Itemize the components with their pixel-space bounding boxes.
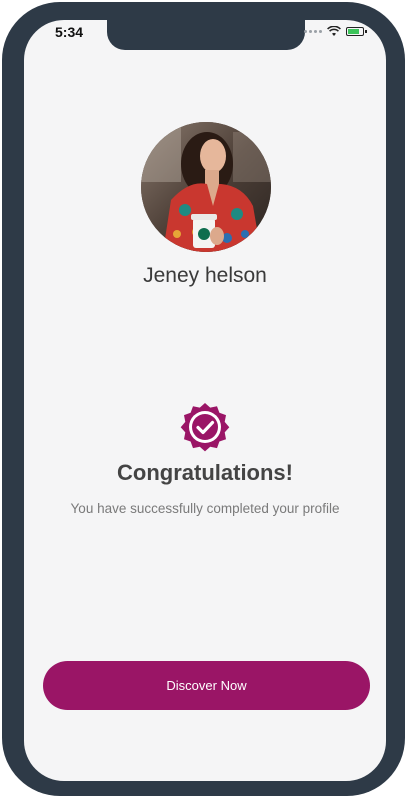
status-time: 5:34 — [55, 24, 84, 40]
congratulations-subtitle: You have successfully completed your pro… — [70, 501, 340, 516]
discover-now-button[interactable]: Discover Now — [43, 661, 370, 710]
wifi-icon — [327, 26, 341, 36]
device-notch — [107, 20, 305, 50]
phone-frame: 5:34 Jeney helson Congratulations! You h… — [2, 2, 405, 796]
battery-icon — [346, 27, 367, 36]
profile-photo — [141, 122, 271, 252]
status-icons — [304, 26, 367, 37]
app-screen: 5:34 Jeney helson Congratulations! You h… — [24, 20, 386, 781]
signal-icon — [304, 30, 322, 33]
avatar — [141, 122, 271, 252]
profile-name: Jeney helson — [143, 264, 267, 287]
congratulations-title: Congratulations! — [117, 460, 293, 485]
verified-badge-icon — [180, 403, 230, 452]
